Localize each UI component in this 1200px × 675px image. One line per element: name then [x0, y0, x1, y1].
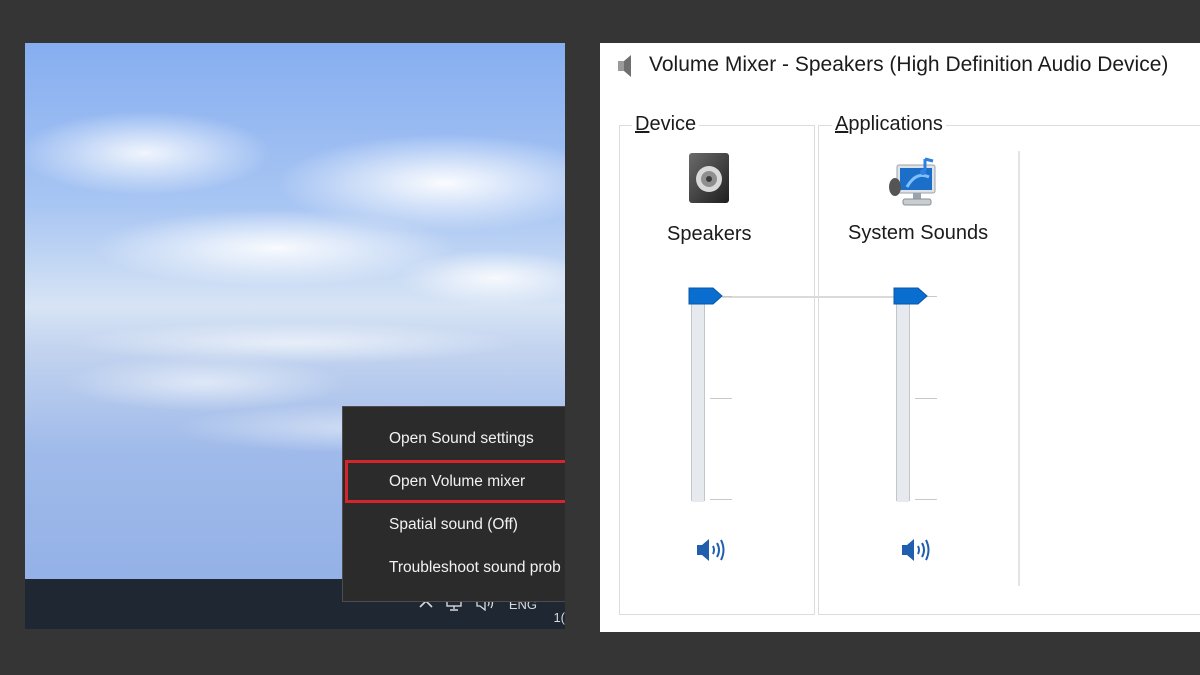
speakers-volume-thumb[interactable] — [688, 286, 724, 311]
system-sounds-icon[interactable] — [889, 157, 945, 216]
volume-link-line — [722, 296, 910, 298]
applications-group-label: Applications — [832, 113, 946, 136]
menu-item-open-sound-settings[interactable]: Open Sound settings — [343, 417, 565, 460]
menu-item-open-volume-mixer[interactable]: Open Volume mixer — [345, 460, 565, 503]
device-group-label: Device — [632, 113, 700, 136]
speakers-volume-track[interactable] — [691, 296, 705, 502]
speakers-volume-fill — [692, 297, 704, 502]
speakers-tick-bottom — [710, 499, 732, 500]
desktop-screenshot: ENG 1( Open Sound settings Open Volume m… — [25, 43, 565, 629]
system-sounds-volume-track[interactable] — [896, 296, 910, 502]
system-sounds-channel-name: System Sounds — [848, 222, 989, 244]
menu-item-spatial-sound[interactable]: Spatial sound (Off) — [343, 503, 565, 546]
speakers-channel-name: Speakers — [667, 223, 752, 245]
clock-text[interactable]: 1( — [553, 610, 565, 625]
speakers-mute-button[interactable] — [695, 537, 727, 568]
window-title: Volume Mixer - Speakers (High Definition… — [649, 53, 1169, 76]
speakers-tick-mid — [710, 398, 732, 399]
title-speaker-icon — [616, 53, 636, 84]
apps-label-accesskey: A — [835, 113, 849, 135]
device-label-rest: evice — [649, 113, 697, 135]
system-sounds-mute-button[interactable] — [900, 537, 932, 568]
system-sounds-volume-thumb[interactable] — [893, 286, 929, 311]
volume-mixer-window: Volume Mixer - Speakers (High Definition… — [600, 43, 1200, 632]
speaker-box-icon[interactable] — [686, 151, 732, 210]
apps-label-rest: pplications — [848, 113, 943, 135]
applications-group — [818, 125, 1200, 615]
system-sounds-volume-fill — [897, 297, 909, 502]
system-sounds-tick-bottom — [915, 499, 937, 500]
system-sounds-tick-mid — [915, 398, 937, 399]
volume-context-menu: Open Sound settings Open Volume mixer Sp… — [342, 406, 565, 602]
device-label-accesskey: D — [635, 113, 650, 135]
column-divider — [1018, 151, 1020, 586]
menu-item-troubleshoot-sound[interactable]: Troubleshoot sound prob — [343, 546, 565, 589]
